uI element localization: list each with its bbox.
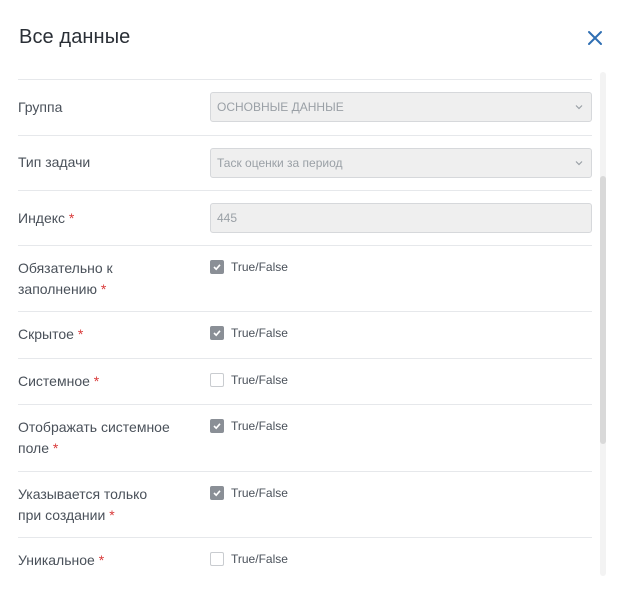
row-mandatory: Обязательно к заполнению * True/False bbox=[18, 245, 592, 311]
checkbox-unchecked-icon[interactable] bbox=[210, 552, 224, 566]
required-mark: * bbox=[93, 373, 100, 389]
on-create-label: Указывается только при создании * bbox=[18, 486, 148, 523]
checkbox-checked-icon[interactable] bbox=[210, 419, 224, 433]
system-label: Системное * bbox=[18, 373, 100, 389]
close-icon[interactable] bbox=[586, 29, 604, 47]
on-create-checkbox[interactable]: True/False bbox=[210, 486, 288, 500]
checkbox-label: True/False bbox=[231, 260, 288, 274]
required-mark: * bbox=[98, 552, 105, 568]
show-system-label: Отображать системное поле * bbox=[18, 419, 170, 456]
task-type-select[interactable]: Таск оценки за период bbox=[210, 148, 592, 178]
checkbox-label: True/False bbox=[231, 486, 288, 500]
required-mark: * bbox=[68, 210, 75, 226]
row-show-system: Отображать системное поле * True/False bbox=[18, 404, 592, 471]
show-system-checkbox[interactable]: True/False bbox=[210, 419, 288, 433]
scrollbar-thumb[interactable] bbox=[600, 176, 606, 444]
group-select[interactable]: ОСНОВНЫЕ ДАННЫЕ bbox=[210, 92, 592, 122]
required-mark: * bbox=[52, 440, 59, 456]
checkbox-checked-icon[interactable] bbox=[210, 326, 224, 340]
checkbox-checked-icon[interactable] bbox=[210, 486, 224, 500]
form-scroll-area: Группа ОСНОВНЫЕ ДАННЫЕ Тип задачи Таск о… bbox=[18, 79, 592, 575]
mandatory-label: Обязательно к заполнению * bbox=[18, 260, 113, 297]
scrollbar[interactable] bbox=[600, 72, 606, 576]
system-checkbox[interactable]: True/False bbox=[210, 373, 288, 387]
index-label: Индекс * bbox=[18, 210, 75, 226]
mandatory-checkbox[interactable]: True/False bbox=[210, 260, 288, 274]
group-value: ОСНОВНЫЕ ДАННЫЕ bbox=[217, 100, 344, 114]
checkbox-checked-icon[interactable] bbox=[210, 260, 224, 274]
row-hidden: Скрытое * True/False bbox=[18, 311, 592, 358]
task-type-label: Тип задачи bbox=[18, 154, 91, 170]
row-task-type: Тип задачи Таск оценки за период bbox=[18, 135, 592, 190]
row-system: Системное * True/False bbox=[18, 358, 592, 404]
checkbox-unchecked-icon[interactable] bbox=[210, 373, 224, 387]
chevron-down-icon bbox=[575, 161, 583, 166]
row-unique: Уникальное * True/False bbox=[18, 537, 592, 575]
checkbox-label: True/False bbox=[231, 373, 288, 387]
hidden-label: Скрытое * bbox=[18, 326, 84, 342]
checkbox-label: True/False bbox=[231, 419, 288, 433]
checkbox-label: True/False bbox=[231, 326, 288, 340]
required-mark: * bbox=[109, 507, 115, 523]
hidden-checkbox[interactable]: True/False bbox=[210, 326, 288, 340]
task-type-value: Таск оценки за период bbox=[217, 156, 343, 170]
required-mark: * bbox=[77, 326, 84, 342]
group-label: Группа bbox=[18, 99, 63, 115]
checkbox-label: True/False bbox=[231, 552, 288, 566]
row-on-create: Указывается только при создании * True/F… bbox=[18, 471, 592, 537]
index-input[interactable]: 445 bbox=[210, 203, 592, 233]
dialog-title: Все данные bbox=[19, 26, 131, 48]
row-index: Индекс * 445 bbox=[18, 190, 592, 245]
unique-label: Уникальное * bbox=[18, 552, 105, 568]
all-data-dialog: Все данные Группа ОСНОВНЫЕ ДАННЫЕ Тип за… bbox=[0, 0, 623, 595]
row-group: Группа ОСНОВНЫЕ ДАННЫЕ bbox=[18, 79, 592, 135]
required-mark: * bbox=[100, 281, 107, 297]
chevron-down-icon bbox=[575, 105, 583, 110]
unique-checkbox[interactable]: True/False bbox=[210, 552, 288, 566]
